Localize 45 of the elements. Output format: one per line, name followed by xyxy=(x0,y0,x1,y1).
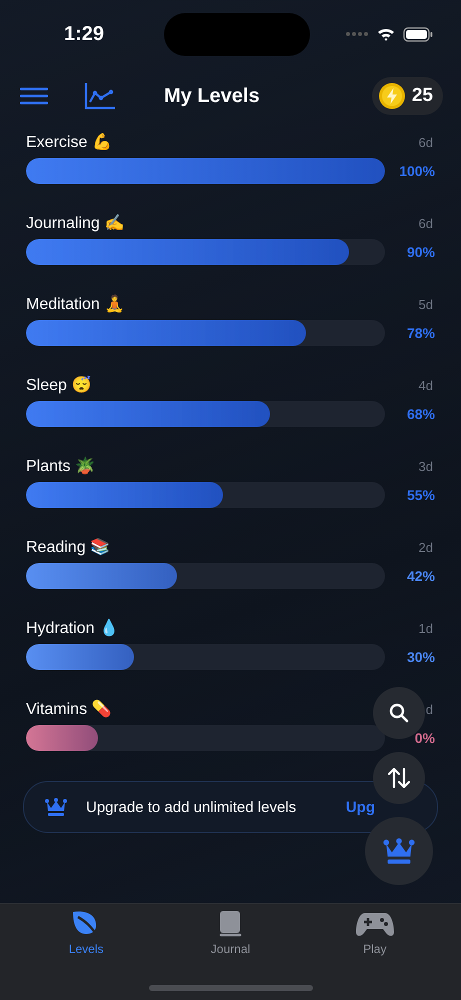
battery-icon xyxy=(403,26,433,42)
days-label: 3d xyxy=(418,458,433,474)
level-percent: 100% xyxy=(398,163,435,179)
level-percent: 30% xyxy=(406,649,435,665)
lightning-coin-icon xyxy=(378,82,406,110)
days-label: 6d xyxy=(418,134,433,150)
days-label: 1d xyxy=(418,620,433,636)
screen-title: My Levels xyxy=(163,84,261,108)
days-label: 5d xyxy=(418,296,433,312)
search-icon xyxy=(389,703,409,723)
signal-icon xyxy=(345,31,369,37)
days-label: d xyxy=(426,702,433,716)
level-name: Journaling ✍ xyxy=(26,213,124,233)
tab-item[interactable]: Play xyxy=(330,910,420,966)
level-name: Vitamins 💊 xyxy=(26,699,112,719)
level-name: Reading 📚 xyxy=(26,537,110,557)
coin-counter[interactable]: 25 xyxy=(372,77,443,115)
level-percent: 68% xyxy=(406,406,435,422)
upgrade-message: Upgrade to add unlimited levels xyxy=(86,798,298,816)
status-time: 1:29 xyxy=(64,22,104,46)
book-icon xyxy=(218,910,242,938)
crown-icon xyxy=(44,797,68,817)
level-name: Meditation 🧘 xyxy=(26,294,124,314)
level-percent: 90% xyxy=(406,244,435,260)
days-label: 4d xyxy=(418,378,433,392)
chart-button[interactable] xyxy=(84,82,116,110)
days-label: 2d xyxy=(418,540,433,554)
sort-arrows-icon xyxy=(387,766,411,790)
wifi-icon xyxy=(377,27,395,41)
gamepad-icon xyxy=(354,910,395,938)
level-name: Plants 🪴 xyxy=(26,456,95,476)
level-percent: 42% xyxy=(406,568,435,584)
sort-button[interactable] xyxy=(373,752,425,804)
level-name: Exercise 💪 xyxy=(26,132,112,152)
tab-item[interactable]: Journal xyxy=(185,910,276,966)
menu-button[interactable] xyxy=(20,87,48,105)
level-percent: 0% xyxy=(414,730,435,746)
crown-icon xyxy=(382,836,416,866)
level-percent: 55% xyxy=(406,487,435,503)
tab-item[interactable]: Levels xyxy=(41,910,132,966)
upgrade-link[interactable]: Upg xyxy=(346,798,375,816)
level-name: Sleep 😴 xyxy=(26,375,92,395)
days-label: 6d xyxy=(418,216,433,230)
level-name: Hydration 💧 xyxy=(26,618,119,638)
level-percent: 78% xyxy=(406,325,435,341)
